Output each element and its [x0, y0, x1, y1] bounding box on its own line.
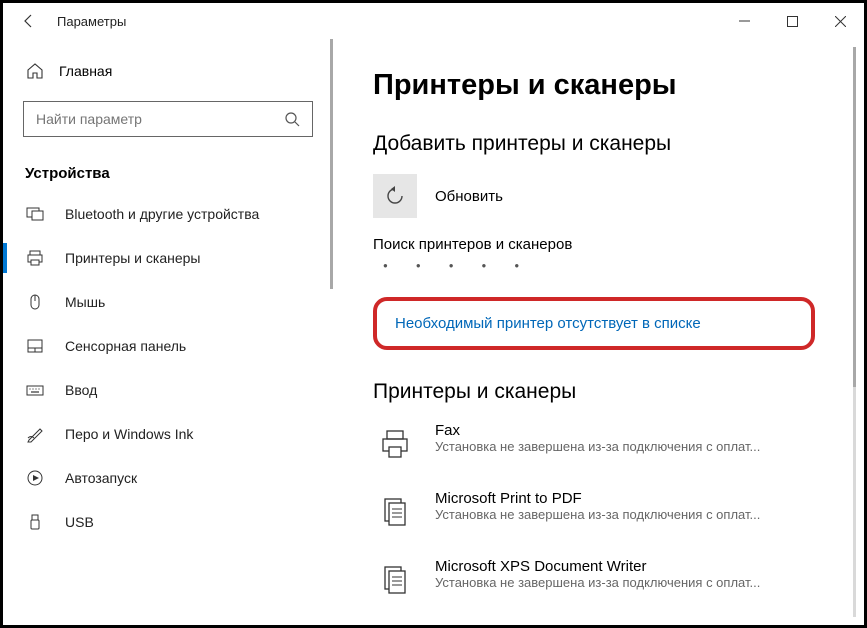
sidebar-item-label: Принтеры и сканеры — [65, 250, 200, 266]
printer-item[interactable]: Microsoft Print to PDF Установка не заве… — [373, 490, 864, 534]
refresh-row: Обновить — [373, 174, 864, 218]
list-section-title: Принтеры и сканеры — [373, 380, 864, 404]
fax-icon — [373, 422, 417, 466]
main-scrollbar[interactable] — [853, 47, 856, 387]
printer-not-listed-link[interactable]: Необходимый принтер отсутствует в списке — [373, 297, 815, 350]
home-icon — [25, 62, 45, 80]
sidebar-item-label: Bluetooth и другие устройства — [65, 206, 259, 222]
home-label: Главная — [59, 63, 112, 79]
sidebar-item-label: Автозапуск — [65, 470, 137, 486]
pdf-printer-icon — [373, 490, 417, 534]
printer-name: Fax — [435, 422, 864, 439]
sidebar-item-label: Перо и Windows Ink — [65, 426, 193, 442]
sidebar-item-typing[interactable]: Ввод — [3, 368, 333, 412]
minimize-button[interactable] — [720, 3, 768, 39]
printer-icon — [25, 249, 45, 267]
xps-printer-icon — [373, 558, 417, 602]
progress-dots: ●●●●● — [373, 257, 864, 273]
add-section-title: Добавить принтеры и сканеры — [373, 132, 864, 156]
sidebar-item-printers[interactable]: Принтеры и сканеры — [3, 236, 333, 280]
page-title: Принтеры и сканеры — [373, 69, 864, 102]
search-icon — [284, 111, 300, 127]
sidebar-item-mouse[interactable]: Мышь — [3, 280, 333, 324]
sidebar-item-usb[interactable]: USB — [3, 500, 333, 544]
sidebar-item-bluetooth[interactable]: Bluetooth и другие устройства — [3, 192, 333, 236]
sidebar-item-touchpad[interactable]: Сенсорная панель — [3, 324, 333, 368]
sidebar-item-label: USB — [65, 514, 94, 530]
printer-status: Установка не завершена из-за подключения… — [435, 439, 815, 454]
search-box[interactable] — [23, 101, 313, 137]
close-button[interactable] — [816, 3, 864, 39]
refresh-icon — [384, 185, 406, 207]
sidebar-item-label: Ввод — [65, 382, 97, 398]
sidebar: Главная Устройства Bluetooth и другие ус… — [3, 39, 333, 625]
titlebar: Параметры — [3, 3, 864, 39]
refresh-label: Обновить — [435, 188, 503, 205]
sidebar-item-label: Сенсорная панель — [65, 338, 186, 354]
printer-status: Установка не завершена из-за подключения… — [435, 507, 815, 522]
app-title: Параметры — [57, 14, 126, 29]
printer-item[interactable]: Fax Установка не завершена из-за подключ… — [373, 422, 864, 466]
back-button[interactable] — [21, 13, 49, 29]
sidebar-item-pen[interactable]: Перо и Windows Ink — [3, 412, 333, 456]
sidebar-item-autoplay[interactable]: Автозапуск — [3, 456, 333, 500]
printer-item[interactable]: Microsoft XPS Document Writer Установка … — [373, 558, 864, 602]
devices-icon — [25, 205, 45, 223]
keyboard-icon — [25, 381, 45, 399]
maximize-button[interactable] — [768, 3, 816, 39]
mouse-icon — [25, 293, 45, 311]
printer-name: Microsoft Print to PDF — [435, 490, 864, 507]
autoplay-icon — [25, 469, 45, 487]
search-input[interactable] — [36, 111, 284, 127]
main-panel: Принтеры и сканеры Добавить принтеры и с… — [333, 39, 864, 625]
home-link[interactable]: Главная — [3, 53, 333, 89]
usb-icon — [25, 513, 45, 531]
sidebar-item-label: Мышь — [65, 294, 105, 310]
searching-text: Поиск принтеров и сканеров — [373, 236, 864, 253]
printer-name: Microsoft XPS Document Writer — [435, 558, 864, 575]
pen-icon — [25, 425, 45, 443]
window-controls — [720, 3, 864, 39]
section-title: Устройства — [3, 149, 333, 192]
touchpad-icon — [25, 337, 45, 355]
printer-status: Установка не завершена из-за подключения… — [435, 575, 815, 590]
refresh-button[interactable] — [373, 174, 417, 218]
